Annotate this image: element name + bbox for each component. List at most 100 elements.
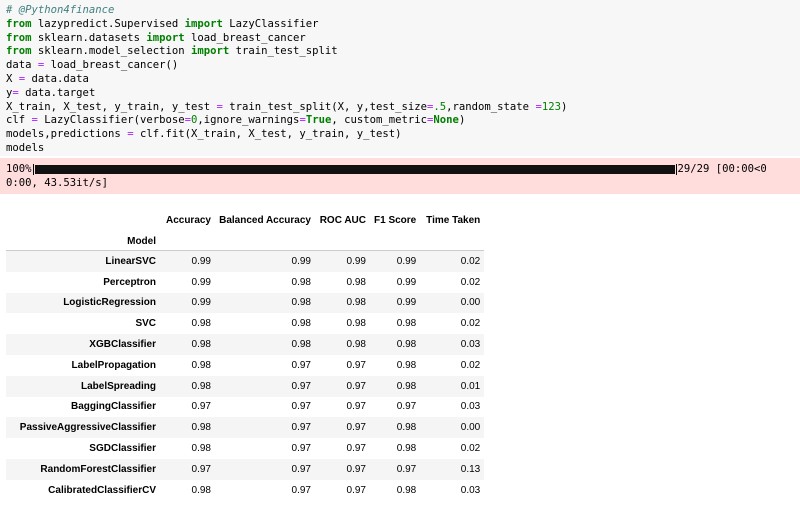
code-token: from <box>6 45 32 58</box>
row-model-name: LabelSpreading <box>80 380 156 392</box>
code-token: clf.fit(X_train, X_test, y_train, y_test… <box>133 128 402 141</box>
table-cell: 0.98 <box>191 318 211 330</box>
table-cell: 0.97 <box>396 463 417 475</box>
table-cell: 0.03 <box>460 339 481 351</box>
progress-bar-fill <box>34 165 675 175</box>
table-row: RandomForestClassifier 0.97 0.97 0.97 0.97 0.… <box>6 458 485 480</box>
table-cell: 0.03 <box>460 484 481 496</box>
table-cell: 0.97 <box>291 463 311 475</box>
code-token: models <box>6 141 45 154</box>
table-cell: 0.03 <box>460 401 481 413</box>
index-name-header: Model <box>6 232 160 251</box>
table-cell: 0.97 <box>346 422 366 434</box>
code-cell[interactable]: # @Python4finance from lazypredict.Super… <box>0 0 800 156</box>
code-token: data <box>6 59 38 72</box>
row-model-name: CalibratedClassifierCV <box>48 484 156 496</box>
table-cell: 0.98 <box>291 318 311 330</box>
table-row: BaggingClassifier 0.97 0.97 0.97 0.97 0.03 <box>6 397 484 418</box>
table-cell: 0.99 <box>346 255 366 267</box>
column-header-row: Accuracy Balanced Accuracy ROC AUC F1 Sc… <box>6 208 484 232</box>
row-model-name: PassiveAggressiveClassifier <box>19 422 156 434</box>
table-cell: 0.98 <box>346 276 366 288</box>
table-cell: 0.97 <box>346 484 366 496</box>
table-cell: 0.02 <box>460 276 481 288</box>
table-row: LabelPropagation 0.98 0.97 0.97 0.98 0.02 <box>6 355 484 376</box>
code-token: True <box>305 114 332 127</box>
table-cell: 0.97 <box>346 359 366 371</box>
table-row: LinearSVC 0.99 0.99 0.99 0.99 0.02 <box>6 250 485 272</box>
table-cell: 0.02 <box>460 443 481 455</box>
column-header-time-taken: Time Taken <box>426 214 481 226</box>
table-cell: 0.98 <box>396 380 417 392</box>
table-cell: 0.99 <box>191 255 211 267</box>
code-token: X_train, X_test, y_train, y_test <box>6 100 217 113</box>
table-cell: 0.02 <box>460 255 481 267</box>
progress-percent: 100% <box>6 163 32 175</box>
table-cell: 0.97 <box>396 401 417 413</box>
table-row: XGBClassifier 0.98 0.98 0.98 0.98 0.03 <box>6 334 485 355</box>
table-cell: 0.98 <box>291 297 311 309</box>
code-token: LazyClassifier(verbose <box>37 114 185 127</box>
row-model-name: LabelPropagation <box>71 359 156 371</box>
table-cell: 0.98 <box>396 484 417 496</box>
table-cell: 0.99 <box>291 255 311 267</box>
column-header-balanced-accuracy: Balanced Accuracy <box>219 214 311 226</box>
table-cell: 0.97 <box>346 401 366 413</box>
code-token: models,predictions <box>6 128 128 141</box>
code-token: load_breast_cancer() <box>44 59 179 72</box>
index-corner <box>6 208 160 232</box>
code-token: train_test_split <box>229 45 338 58</box>
code-token: from <box>6 17 32 30</box>
code-token: .5 <box>433 100 447 113</box>
table-cell: 0.97 <box>291 422 311 434</box>
table-cell: 0.99 <box>191 297 211 309</box>
table-cell: 0.98 <box>191 339 211 351</box>
table-body: LinearSVC 0.99 0.99 0.99 0.99 0.02 Perceptron 0… <box>6 250 485 501</box>
row-model-name: LogisticRegression <box>63 297 156 309</box>
table-cell: 0.98 <box>191 359 211 371</box>
table-cell: 0.02 <box>460 359 481 371</box>
table-cell: 0.00 <box>460 297 481 309</box>
table-row: SGDClassifier 0.98 0.97 0.97 0.98 0.02 <box>6 438 484 459</box>
code-token: load_breast_cancer <box>184 31 306 44</box>
table-cell: 0.98 <box>346 297 366 309</box>
table-cell: 0.97 <box>346 380 366 392</box>
code-editor[interactable]: # @Python4finance from lazypredict.Super… <box>0 0 800 160</box>
code-token: 123 <box>541 100 561 113</box>
code-token: data.data <box>25 72 89 85</box>
table-cell: 0.97 <box>291 380 311 392</box>
table-cell: 0.01 <box>460 380 481 392</box>
table-cell: 0.98 <box>346 339 366 351</box>
progress-suffix: 29/29 [00:00<0 <box>677 163 767 175</box>
code-token: clf <box>6 114 32 127</box>
table-cell: 0.98 <box>191 443 211 455</box>
progress-bar <box>32 164 677 176</box>
column-header-accuracy: Accuracy <box>165 214 211 226</box>
code-token: ,random_state <box>446 100 536 113</box>
index-header-row: Model <box>6 232 485 251</box>
table-row: SVC 0.98 0.98 0.98 0.98 0.02 <box>6 313 484 334</box>
table-cell: 0.00 <box>460 422 481 434</box>
table-cell: 0.97 <box>291 484 311 496</box>
table-cell: 0.97 <box>346 463 366 475</box>
row-model-name: RandomForestClassifier <box>40 463 156 475</box>
table-cell: 0.98 <box>396 443 417 455</box>
results-table: Accuracy Balanced Accuracy ROC AUC F1 Sc… <box>6 208 485 501</box>
table-cell: 0.97 <box>291 359 311 371</box>
table-cell: 0.98 <box>191 380 211 392</box>
code-token: X <box>6 72 19 85</box>
table-cell: 0.98 <box>291 276 311 288</box>
table-cell: 0.99 <box>396 297 417 309</box>
column-header-roc-auc: ROC AUC <box>319 214 366 226</box>
code-token: train_test_split(X, y,test_size <box>222 100 427 113</box>
row-model-name: BaggingClassifier <box>70 401 156 413</box>
progress-output: 100% 29/29 [00:00<0 0:00, 43.53it/s] <box>0 158 800 194</box>
progress-line-2: 0:00, 43.53it/s] <box>6 176 109 189</box>
table-cell: 0.97 <box>291 401 311 413</box>
table-cell: 0.98 <box>191 484 211 496</box>
table-cell: 0.98 <box>191 422 211 434</box>
code-token: data.target <box>18 86 96 99</box>
table-cell: 0.98 <box>396 339 417 351</box>
table-cell: 0.02 <box>460 318 481 330</box>
table-row: LogisticRegression 0.99 0.98 0.98 0.99 0.00 <box>6 292 485 314</box>
